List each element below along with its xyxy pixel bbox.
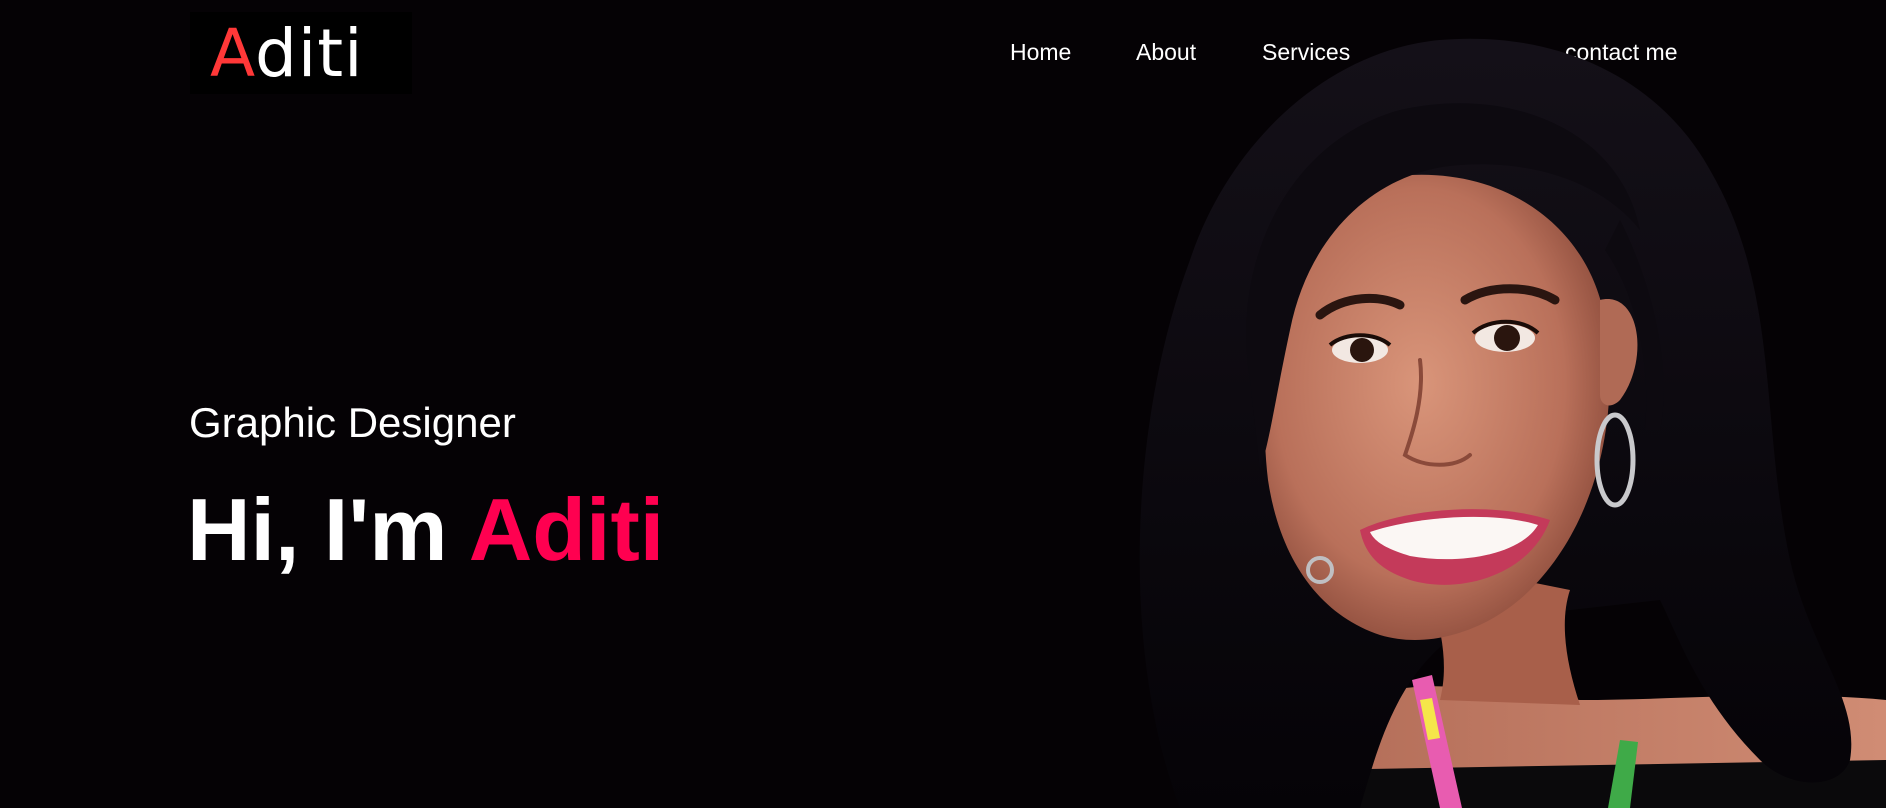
logo-box[interactable]: Aditi <box>190 12 412 94</box>
portfolio-page: Aditi Home About Services Portfolio cont… <box>0 0 1886 808</box>
hero-greeting: Hi, I'm <box>187 480 469 579</box>
logo-rest: diti <box>255 15 364 92</box>
logo-initial: A <box>210 15 255 92</box>
hero-role: Graphic Designer <box>189 399 516 446</box>
hero-portrait-image <box>1139 38 1886 808</box>
hero-title: Hi, I'm Aditi <box>187 478 664 582</box>
hero-name: Aditi <box>468 480 665 579</box>
logo[interactable]: Aditi <box>210 14 363 94</box>
